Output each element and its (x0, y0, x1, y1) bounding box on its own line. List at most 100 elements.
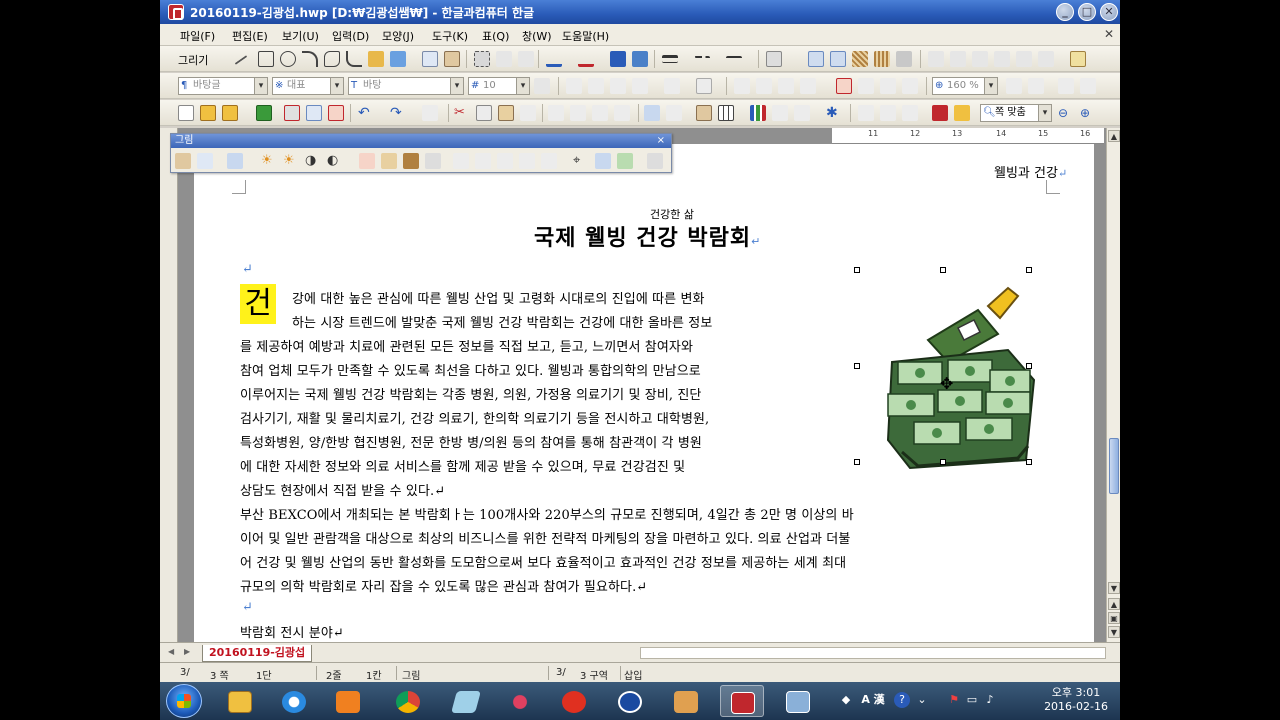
bookmark-icon[interactable] (666, 105, 682, 121)
fill-color-icon[interactable] (578, 51, 594, 67)
start-button[interactable] (166, 684, 202, 718)
star-icon[interactable]: ✱ (826, 105, 842, 121)
polygon-icon[interactable] (324, 51, 340, 67)
prev-page-icon[interactable]: ▲ (1108, 598, 1120, 610)
taskbar-media[interactable] (326, 685, 370, 717)
preview-icon[interactable] (306, 105, 322, 121)
maximize-button[interactable]: □ (1078, 3, 1096, 21)
rotate-right-icon[interactable] (475, 153, 491, 169)
arc-icon[interactable] (302, 51, 318, 67)
taskbar-explorer[interactable] (218, 685, 262, 717)
brightness-up-icon[interactable]: ☀ (261, 153, 277, 169)
picture-front-icon[interactable] (595, 153, 611, 169)
split-icon[interactable] (858, 105, 874, 121)
arrow-style-icon[interactable] (726, 56, 742, 62)
taskbar-capture[interactable] (498, 685, 542, 717)
taskbar-photo[interactable] (664, 685, 708, 717)
insert-picture-icon[interactable] (696, 105, 712, 121)
save-icon[interactable] (256, 105, 272, 121)
picture-effect-icon[interactable] (227, 153, 243, 169)
draw-label[interactable]: 그리기 (178, 52, 208, 68)
textbox-icon[interactable] (422, 51, 438, 67)
new-doc-icon[interactable] (178, 105, 194, 121)
rotate-icon[interactable] (496, 51, 512, 67)
align-icon[interactable] (518, 51, 534, 67)
width-icon[interactable] (756, 78, 772, 94)
size-icon[interactable] (994, 51, 1010, 67)
picture-back-icon[interactable] (617, 153, 633, 169)
copy-icon[interactable] (476, 105, 492, 121)
menu-window[interactable]: 창(W) (522, 28, 552, 44)
resize-handle[interactable] (1026, 363, 1032, 369)
resize-handle[interactable] (854, 267, 860, 273)
size-up-icon[interactable] (534, 78, 550, 94)
contrast-up-icon[interactable]: ◑ (305, 153, 321, 169)
menu-edit[interactable]: 편집(E) (232, 28, 268, 44)
picture-toolbar-close[interactable]: × (657, 134, 665, 148)
bullets-icon[interactable] (1058, 78, 1074, 94)
bold-icon[interactable] (566, 78, 582, 94)
resize-handle[interactable] (940, 459, 946, 465)
superscript-icon[interactable] (664, 78, 680, 94)
zoom-select[interactable]: ⊕ 160 % (932, 77, 998, 95)
spell-icon[interactable] (548, 105, 564, 121)
monitor-icon[interactable]: ▭ (964, 692, 980, 708)
insert-chart-icon[interactable] (750, 105, 766, 121)
align-justify-icon[interactable] (836, 78, 852, 94)
page-icon[interactable]: ▣ (1108, 612, 1120, 624)
hwp-app-icon[interactable] (168, 4, 184, 20)
open-icon[interactable] (200, 105, 216, 121)
highlight-icon[interactable] (800, 78, 816, 94)
wrap-icon[interactable] (928, 51, 944, 67)
align-right-icon[interactable] (902, 78, 918, 94)
insert-table-icon[interactable] (718, 105, 734, 121)
format-copy-icon[interactable] (520, 105, 536, 121)
anchor-icon[interactable] (950, 51, 966, 67)
menu-insert[interactable]: 입력(D) (332, 28, 369, 44)
zoom-out-icon[interactable]: ⊖ (1058, 105, 1074, 121)
equation-icon[interactable] (772, 105, 788, 121)
pen-tool-icon[interactable] (1070, 51, 1086, 67)
print-setup-icon[interactable] (328, 105, 344, 121)
curve-icon[interactable] (346, 51, 362, 67)
chinese-icon[interactable] (592, 105, 608, 121)
next-page-icon[interactable]: ▼ (1108, 626, 1120, 638)
tab-next-icon[interactable]: ▶ (184, 647, 194, 659)
pattern-icon[interactable] (852, 51, 868, 67)
bring-front-icon[interactable] (610, 51, 626, 67)
numbering-icon[interactable] (1080, 78, 1096, 94)
taskbar-hwp[interactable] (720, 685, 764, 717)
caption-icon[interactable] (1038, 51, 1054, 67)
network-icon[interactable]: ◆ (838, 692, 854, 708)
texture-icon[interactable] (874, 51, 890, 67)
select-object-icon[interactable] (474, 51, 490, 67)
menu-tools[interactable]: 도구(K) (432, 28, 468, 44)
send-back-icon[interactable] (632, 51, 648, 67)
folder-icon[interactable] (222, 105, 238, 121)
clock[interactable]: 오후 3:01 2016-02-16 (1044, 686, 1108, 714)
group-icon[interactable] (808, 51, 824, 67)
menu-table[interactable]: 표(Q) (482, 28, 509, 44)
taskbar-compass[interactable] (608, 685, 652, 717)
ime-options-icon[interactable]: ⌄ (914, 692, 930, 708)
resize-handle[interactable] (854, 363, 860, 369)
connector-icon[interactable] (390, 51, 406, 67)
object-props-icon[interactable] (896, 51, 912, 67)
flip-v-icon[interactable] (519, 153, 535, 169)
align-picture-icon[interactable] (541, 153, 557, 169)
picture-replace-icon[interactable] (197, 153, 213, 169)
flag-icon[interactable]: ⚑ (946, 692, 962, 708)
ungroup-icon[interactable] (830, 51, 846, 67)
menu-file[interactable]: 파일(F) (180, 28, 215, 44)
horizontal-scrollbar[interactable] (640, 647, 1106, 659)
scroll-up-icon[interactable]: ▲ (1108, 130, 1120, 142)
align-left-icon[interactable] (858, 78, 874, 94)
find-icon[interactable] (422, 105, 438, 121)
picture-style-icon[interactable] (381, 153, 397, 169)
outdent-icon[interactable] (1028, 78, 1044, 94)
footnote-icon[interactable] (794, 105, 810, 121)
picture-insert-icon[interactable] (175, 153, 191, 169)
resize-handle[interactable] (1026, 267, 1032, 273)
line-thickness-icon[interactable] (662, 55, 678, 63)
font-select[interactable]: T 바탕 (348, 77, 464, 95)
